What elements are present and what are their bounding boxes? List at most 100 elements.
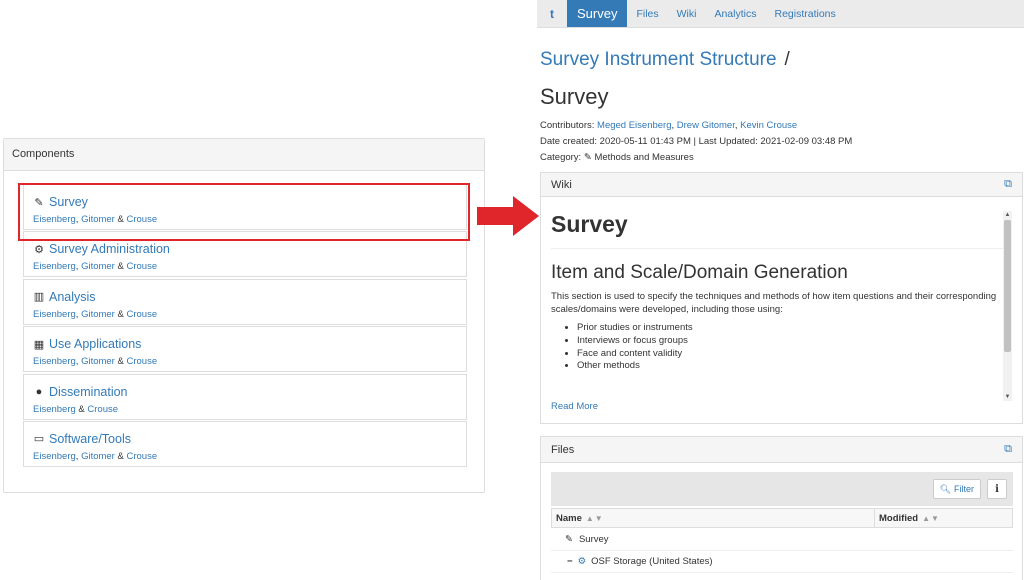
- wiki-panel: Wiki ⧉ Survey Item and Scale/Domain Gene…: [540, 172, 1023, 424]
- wiki-header-label: Wiki: [551, 178, 572, 191]
- modified-column-label: Modified: [879, 513, 919, 524]
- contributor-link[interactable]: Eisenberg: [33, 451, 76, 462]
- scroll-thumb[interactable]: [1004, 220, 1011, 352]
- wiki-heading-2: Item and Scale/Domain Generation: [551, 262, 848, 283]
- component-title-label[interactable]: Dissemination: [49, 385, 128, 399]
- component-title-label[interactable]: Survey Administration: [49, 242, 170, 256]
- nav-tab-wiki[interactable]: Wiki: [668, 0, 706, 27]
- contributor-link[interactable]: Crouse: [126, 309, 157, 320]
- component-title[interactable]: ⚙ Survey Administration: [33, 242, 457, 256]
- wiki-bullet-list: Prior studies or instruments Interviews …: [551, 322, 1012, 373]
- search-icon: 🔍︎: [939, 483, 951, 494]
- category-line: Category: ✎ Methods and Measures: [540, 152, 694, 163]
- file-name: Survey: [578, 534, 609, 545]
- sort-icon[interactable]: ▲▼: [586, 514, 604, 523]
- modified-column-header[interactable]: Modified ▲▼: [879, 513, 940, 524]
- component-title-label[interactable]: Software/Tools: [49, 432, 131, 446]
- contributor-link[interactable]: Gitomer: [81, 261, 115, 272]
- contributors-line: Contributors: Meged Eisenberg, Drew Gito…: [540, 120, 798, 131]
- project-logo[interactable]: t: [537, 0, 567, 27]
- contributor-link[interactable]: Gitomer: [81, 451, 115, 462]
- category-label: Category:: [540, 152, 582, 163]
- contributor-link[interactable]: Crouse: [87, 404, 118, 415]
- bar-chart-icon: ▥: [33, 291, 45, 304]
- external-link-icon[interactable]: ⧉: [1004, 178, 1012, 191]
- column-divider: [874, 509, 875, 527]
- component-contributors: Eisenberg, Gitomer & Crouse: [33, 309, 457, 320]
- contributor-link[interactable]: Kevin Crouse: [740, 120, 797, 131]
- list-item: Other methods: [577, 360, 1012, 373]
- nav-tab-files[interactable]: Files: [627, 0, 667, 27]
- contributor-link[interactable]: Meged Eisenberg: [597, 120, 671, 131]
- name-column-header[interactable]: Name ▲▼: [556, 513, 604, 524]
- info-button[interactable]: i: [987, 479, 1007, 499]
- filter-label: Filter: [954, 484, 974, 494]
- contributor-link[interactable]: Eisenberg: [33, 261, 76, 272]
- files-header-label: Files: [551, 443, 575, 456]
- parent-project-link[interactable]: Survey Instrument Structure: [540, 49, 777, 70]
- component-item[interactable]: ▦ Use Applications Eisenberg, Gitomer & Cr…: [23, 326, 467, 373]
- component-title[interactable]: ● Dissemination: [33, 385, 457, 399]
- contributor-link[interactable]: Eisenberg: [33, 356, 76, 367]
- nav-tab-survey[interactable]: Survey: [567, 0, 628, 27]
- component-title[interactable]: ▥ Analysis: [33, 290, 457, 304]
- highlight-box: [18, 183, 470, 241]
- files-toolbar: 🔍︎ Filter i: [551, 472, 1013, 506]
- contributor-link[interactable]: Eisenberg: [33, 404, 76, 415]
- contributor-link[interactable]: Crouse: [126, 356, 157, 367]
- scroll-up-icon[interactable]: ▲: [1003, 211, 1012, 219]
- contributor-link[interactable]: Gitomer: [81, 356, 115, 367]
- nav-tab-analytics[interactable]: Analytics: [705, 0, 765, 27]
- wiki-heading-1: Survey: [551, 211, 1012, 249]
- wiki-panel-header: Wiki ⧉: [541, 173, 1022, 197]
- contributors-label: Contributors:: [540, 120, 595, 131]
- component-item[interactable]: ▭ Software/Tools Eisenberg, Gitomer & Crou…: [23, 420, 467, 467]
- wiki-paragraph: This section is used to specify the tech…: [551, 291, 997, 315]
- component-title[interactable]: ▭ Software/Tools: [33, 432, 457, 446]
- component-contributors: Eisenberg, Gitomer & Crouse: [33, 261, 457, 272]
- external-link-icon[interactable]: ⧉: [1004, 443, 1012, 456]
- scroll-down-icon[interactable]: ▼: [1003, 393, 1012, 401]
- cogs-icon: ⚙: [34, 243, 44, 256]
- collapse-icon[interactable]: −: [567, 556, 573, 567]
- table-row[interactable]: ✎ Survey: [551, 529, 1013, 551]
- read-more-link[interactable]: Read More: [551, 401, 598, 412]
- file-name: OSF Storage (United States): [591, 556, 713, 567]
- breadcrumb: Survey Instrument Structure /: [540, 49, 790, 71]
- wiki-content: Survey Item and Scale/Domain Generation …: [541, 197, 1022, 423]
- breadcrumb-separator: /: [784, 49, 790, 70]
- page-title: Survey: [540, 84, 609, 109]
- sort-icon[interactable]: ▲▼: [922, 514, 940, 523]
- contributor-separator: &: [114, 356, 127, 368]
- component-item[interactable]: ▥ Analysis Eisenberg, Gitomer & Crouse: [23, 278, 467, 325]
- project-navbar: t Survey Files Wiki Analytics Registrations: [537, 0, 1024, 28]
- pencil-icon: ✎: [583, 152, 592, 163]
- contributor-separator: &: [114, 450, 127, 462]
- speech-bubble-icon: ●: [35, 385, 43, 398]
- wiki-scrollbar[interactable]: ▲ ▼: [1003, 211, 1012, 401]
- laptop-icon: ▭: [33, 433, 45, 446]
- component-contributors: Eisenberg, Gitomer & Crouse: [33, 451, 457, 462]
- contributor-link[interactable]: Gitomer: [81, 309, 115, 320]
- name-column-label: Name: [556, 513, 582, 524]
- table-row[interactable]: − ⚙ OSF Storage (United States): [551, 551, 1013, 573]
- gear-icon: ⚙: [577, 556, 587, 567]
- filter-button[interactable]: 🔍︎ Filter: [932, 479, 981, 499]
- component-title[interactable]: ▦ Use Applications: [33, 337, 457, 351]
- component-title-label[interactable]: Use Applications: [49, 337, 141, 351]
- list-item: Prior studies or instruments: [577, 322, 1012, 335]
- pencil-icon: ✎: [565, 534, 573, 545]
- files-panel-header: Files ⧉: [541, 437, 1022, 463]
- category-value: Methods and Measures: [594, 152, 694, 163]
- list-item: Face and content validity: [577, 348, 1012, 361]
- grid-icon: ▦: [33, 338, 45, 351]
- component-title-label[interactable]: Analysis: [49, 290, 96, 304]
- component-contributors: Eisenberg, Gitomer & Crouse: [33, 356, 457, 367]
- contributor-link[interactable]: Crouse: [126, 261, 157, 272]
- nav-tab-registrations[interactable]: Registrations: [765, 0, 844, 27]
- contributor-link[interactable]: Drew Gitomer: [677, 120, 735, 131]
- component-item[interactable]: ● Dissemination Eisenberg & Crouse: [23, 373, 467, 420]
- red-arrow-icon: [477, 196, 539, 236]
- contributor-link[interactable]: Crouse: [126, 451, 157, 462]
- contributor-link[interactable]: Eisenberg: [33, 309, 76, 320]
